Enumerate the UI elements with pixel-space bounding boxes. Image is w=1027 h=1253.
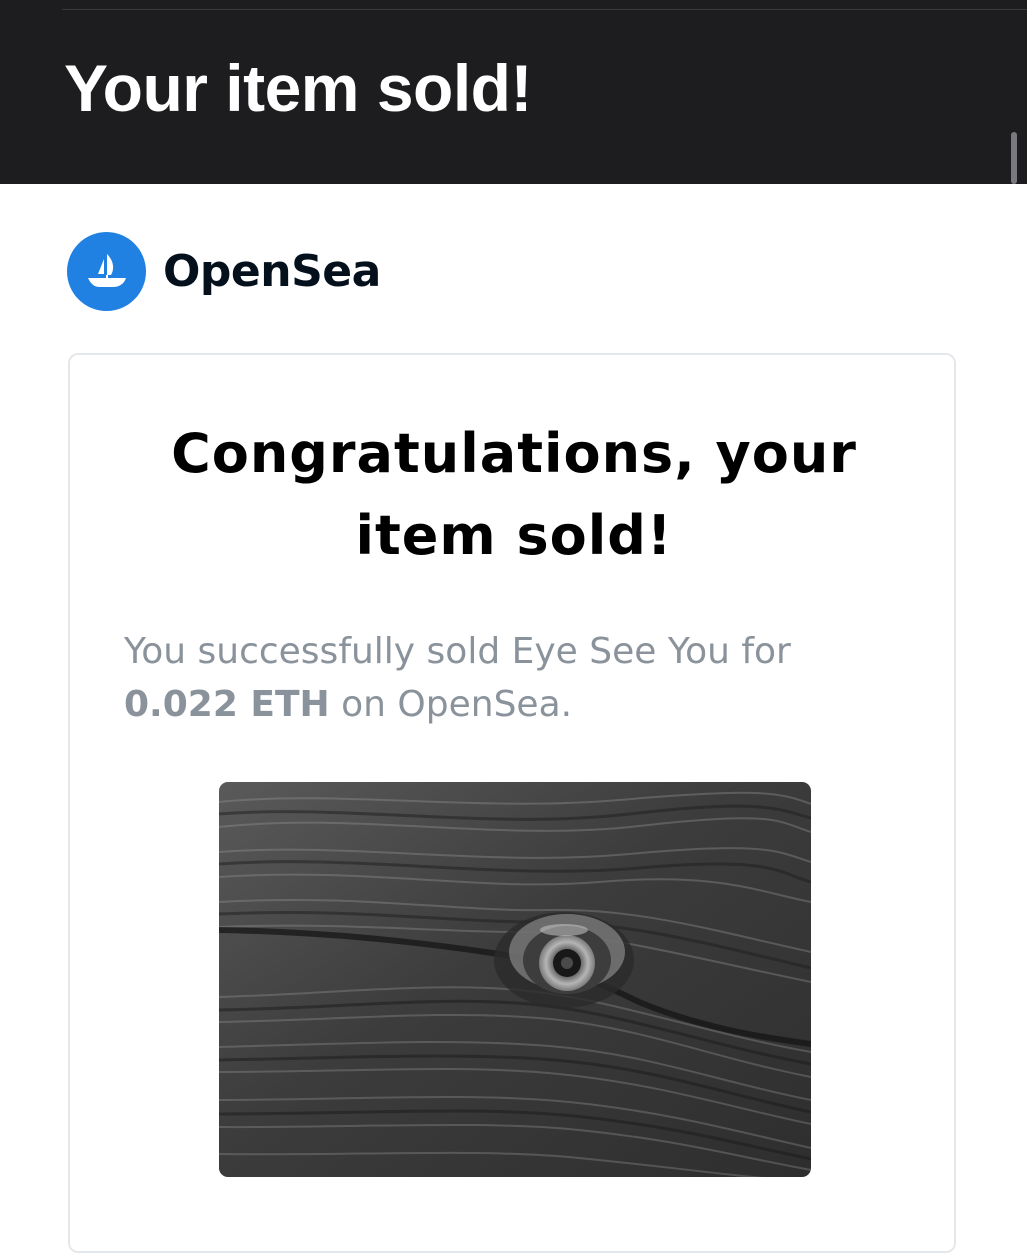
email-header: Your item sold!: [0, 0, 1027, 184]
message-prefix: You successfully sold Eye See You for: [124, 631, 791, 672]
divider: [62, 9, 1027, 10]
message-suffix: on OpenSea.: [341, 684, 573, 725]
brand-header[interactable]: OpenSea: [67, 231, 381, 311]
scrollbar[interactable]: [1011, 132, 1017, 184]
sale-notification-card: Congratulations, your item sold! You suc…: [68, 353, 956, 1253]
sale-price: 0.022 ETH: [124, 684, 330, 725]
nft-image[interactable]: [219, 782, 811, 1177]
email-subject: Your item sold!: [64, 51, 532, 125]
opensea-ship-icon: [67, 231, 146, 311]
brand-name: OpenSea: [163, 245, 381, 297]
congratulations-heading: Congratulations, your item sold!: [171, 422, 857, 567]
wood-eye-artwork-icon: [219, 782, 811, 1177]
sale-message: You successfully sold Eye See You for 0.0…: [124, 625, 914, 731]
